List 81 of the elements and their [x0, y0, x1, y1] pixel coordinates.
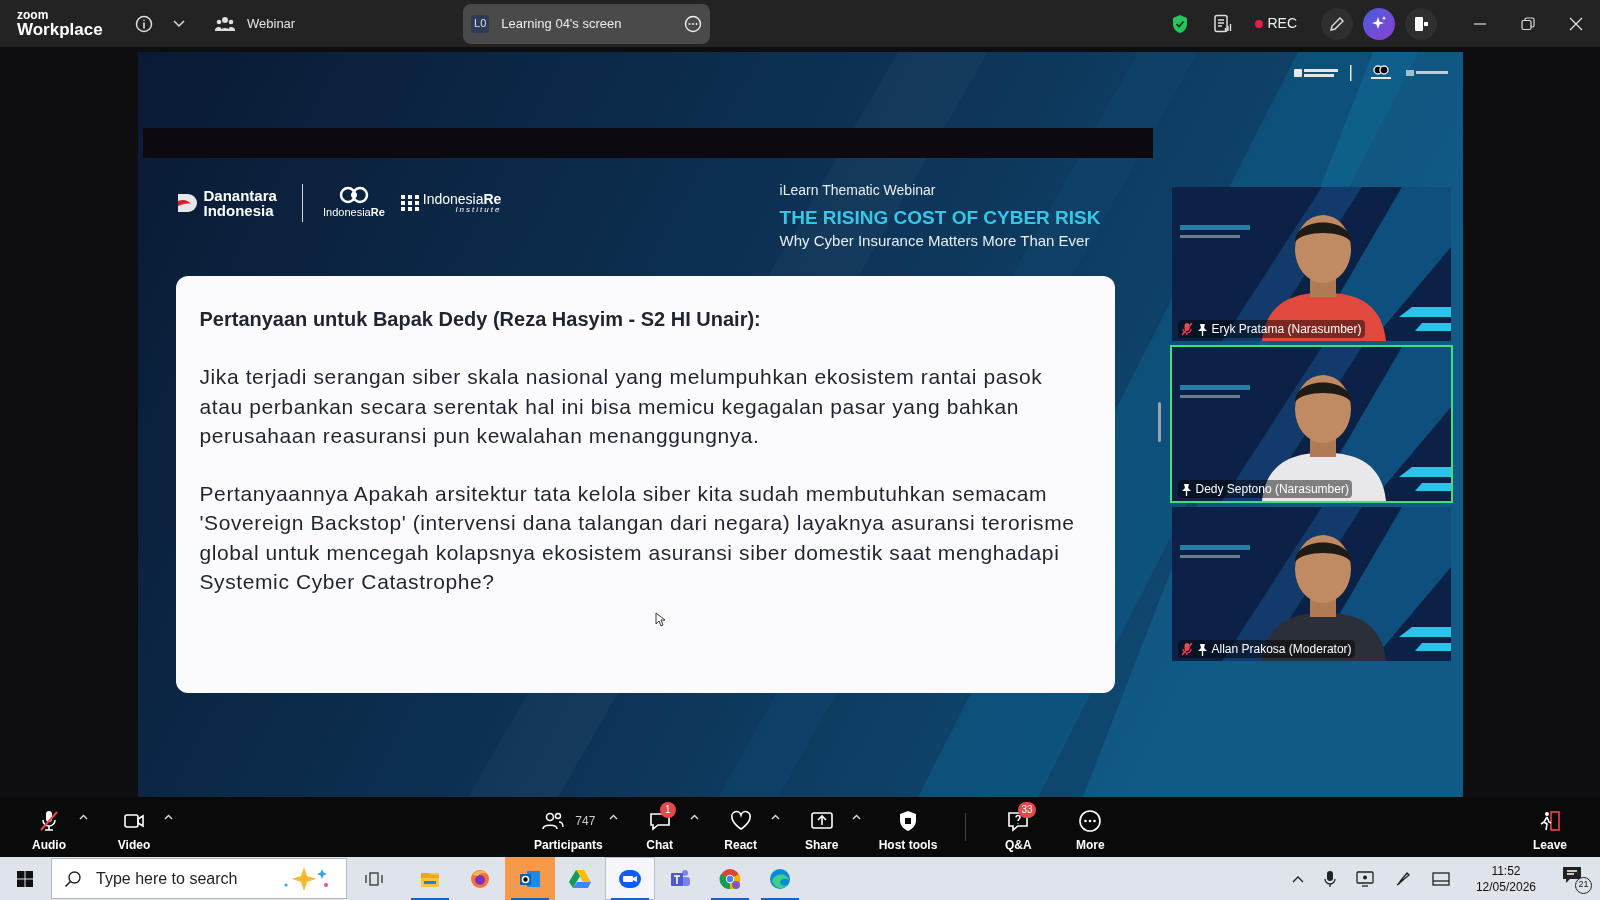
- monitor-icon[interactable]: [1355, 870, 1374, 887]
- mic-icon[interactable]: [1323, 870, 1336, 887]
- browser-icon: [718, 866, 742, 891]
- toolbar-button[interactable]: Leave: [1520, 800, 1580, 854]
- logo-text: IndonesiaRe: [323, 204, 385, 220]
- dots-logo-icon: [400, 195, 419, 211]
- recording-label[interactable]: REC: [1267, 13, 1297, 34]
- door-icon: [1412, 14, 1430, 33]
- clock-button[interactable]: 11:52 12/05/2026: [1475, 862, 1536, 895]
- caret-up-icon[interactable]: [79, 813, 88, 820]
- caret-up-icon[interactable]: [608, 813, 618, 820]
- mouse-cursor-icon: [654, 612, 665, 627]
- more-icon: [1078, 808, 1103, 833]
- notification-badge: 33: [1018, 801, 1036, 818]
- question-paragraph: Jika terjadi serangan siber skala nasional yang melumpuhkan ekosistem rantai pasok atau perbankan secara serentak hal ini bisa memicu kegagalan pasar yang bahkan perusahaan reasuransi pun kewalahan menanggungnya.: [199, 364, 1044, 449]
- chevron-up-icon[interactable]: [1291, 874, 1304, 883]
- participant-count: 747: [575, 812, 596, 830]
- shared-screen-pill[interactable]: L0 Learning 04's screen: [463, 3, 711, 44]
- toolbar-button[interactable]: 33 Q&A: [988, 800, 1049, 854]
- logo-text: IndonesiaRe: [422, 192, 502, 206]
- taskbar-search-field[interactable]: Type here to search: [51, 858, 347, 899]
- restore-icon[interactable]: [1521, 16, 1535, 31]
- shield-check-icon[interactable]: [1171, 13, 1190, 34]
- toolbar-button[interactable]: 747 Participants: [528, 800, 609, 854]
- caret-up-icon[interactable]: [770, 813, 780, 820]
- info-icon[interactable]: [135, 14, 153, 33]
- pin-icon: [1196, 322, 1208, 336]
- transcript-icon[interactable]: [1213, 13, 1234, 34]
- question-heading: Pertanyaan untuk Bapak Dedy (Reza Hasyim - S2 HI Unair):: [199, 307, 762, 332]
- user-initials-badge: L0: [471, 14, 490, 33]
- toolbar-button[interactable]: Host tools: [872, 800, 944, 854]
- taskbar-app-button[interactable]: [505, 857, 555, 900]
- video-tile[interactable]: Allan Prakosa (Moderator): [1169, 505, 1453, 663]
- windows-start-icon[interactable]: [17, 870, 33, 887]
- pin-icon: [1180, 482, 1192, 496]
- chevron-down-icon[interactable]: [173, 19, 185, 28]
- more-icon[interactable]: [684, 14, 703, 33]
- toolbar-button[interactable]: 1 Chat: [629, 800, 690, 854]
- toolbar-button[interactable]: Video: [104, 800, 164, 854]
- close-icon[interactable]: [1569, 16, 1583, 31]
- laptop-icon[interactable]: [1431, 871, 1450, 886]
- video-tile[interactable]: Dedy Septono (Narasumber): [1169, 345, 1453, 503]
- people-icon: [215, 15, 235, 32]
- notification-button[interactable]: 21: [1562, 863, 1592, 894]
- caret-up-icon[interactable]: [851, 813, 861, 820]
- ai-companion-button[interactable]: [1363, 7, 1395, 40]
- toolbar-button[interactable]: More: [1060, 800, 1121, 854]
- task-view-icon[interactable]: [365, 870, 383, 887]
- annotate-button[interactable]: [1321, 7, 1353, 40]
- app-brand: Workplace: [17, 21, 104, 38]
- shared-screen-label: Learning 04's screen: [501, 14, 623, 33]
- video-tile[interactable]: Eryk Pratama (Narasumber): [1169, 185, 1453, 343]
- meeting-type-label: Webinar: [247, 14, 296, 33]
- caret-up-icon[interactable]: [164, 813, 173, 820]
- slide-title: THE RISING COST OF CYBER RISK: [779, 206, 1101, 230]
- app-brand-small: zoom: [17, 9, 50, 21]
- heart-icon: [728, 808, 753, 833]
- notification-count: 21: [1575, 876, 1592, 894]
- taskbar-app-button[interactable]: [605, 857, 655, 900]
- apps-button[interactable]: [1405, 7, 1437, 40]
- caret-up-icon[interactable]: [689, 813, 699, 820]
- toolbar-button[interactable]: Share: [791, 800, 852, 854]
- pin-icon: [1196, 642, 1208, 656]
- logo-subtext: Institute: [455, 206, 502, 214]
- participant-name: Allan Prakosa (Moderator): [1211, 641, 1352, 658]
- logo-icon: [1293, 64, 1449, 82]
- search-icon: [64, 869, 82, 888]
- door-exit-icon: [1538, 808, 1562, 833]
- slide-kicker: iLearn Thematic Webinar: [779, 181, 937, 200]
- toolbar-button[interactable]: Audio: [19, 800, 79, 854]
- slide-subtitle: Why Cyber Insurance Matters More Than Ever: [779, 230, 1091, 251]
- browser-icon: [768, 866, 792, 891]
- participant-name: Eryk Pratama (Narasumber): [1211, 321, 1362, 338]
- search-field[interactable]: Type here to search: [96, 866, 266, 891]
- toolbar-button[interactable]: React: [710, 800, 771, 854]
- danantara-logo-icon: [175, 191, 200, 215]
- resize-handle[interactable]: [1157, 402, 1161, 442]
- logo-text: Danantara Indonesia: [203, 188, 278, 218]
- question-paragraph: Pertanyaannya Apakah arsitektur tata kelola siber kita sudah membutuhkan semacam 'Sovereign Backstop' (intervensi dana talangan dari negara) layaknya asuransi terorisme global untuk mencegah kolapsnya ekosistem asuransi siber domestik saat menghadapi Systemic Cyber Catastrophe?: [199, 480, 1076, 595]
- participant-name: Dedy Septono (Narasumber): [1195, 481, 1349, 498]
- notification-badge: 1: [659, 801, 676, 818]
